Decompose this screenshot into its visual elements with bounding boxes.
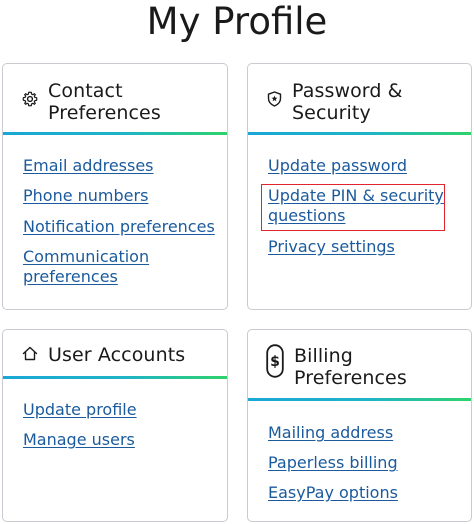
list-item: Paperless billing — [268, 453, 398, 473]
password-security-card: Password & Security Update password Upda… — [247, 63, 472, 310]
user-accounts-header: User Accounts — [3, 330, 227, 376]
card-title: Contact Preferences — [48, 80, 161, 124]
header-divider — [3, 132, 227, 135]
page-title: My Profile — [146, 0, 328, 43]
card-title: Password & Security — [292, 80, 403, 124]
dollar-icon: $ — [266, 344, 284, 378]
phone-numbers-link[interactable]: Phone numbers — [23, 186, 148, 206]
easypay-options-link[interactable]: EasyPay options — [268, 483, 398, 503]
notification-preferences-link[interactable]: Notification preferences — [23, 217, 215, 237]
home-icon — [22, 346, 38, 361]
shield-icon — [267, 91, 282, 107]
list-item: Privacy settings — [268, 237, 395, 257]
header-divider — [3, 376, 227, 379]
highlight-box — [261, 184, 445, 231]
privacy-settings-link[interactable]: Privacy settings — [268, 237, 395, 257]
list-item: Phone numbers — [23, 186, 148, 206]
paperless-billing-link[interactable]: Paperless billing — [268, 453, 398, 473]
mailing-address-link[interactable]: Mailing address — [268, 423, 393, 443]
list-item: Notification preferences — [23, 217, 215, 237]
list-item: Communication preferences — [23, 247, 149, 287]
list-item: Update profile — [23, 400, 137, 420]
list-item: Update password — [268, 156, 407, 176]
update-password-link[interactable]: Update password — [268, 156, 407, 176]
email-addresses-link[interactable]: Email addresses — [23, 156, 154, 176]
manage-users-link[interactable]: Manage users — [23, 430, 135, 450]
update-profile-link[interactable]: Update profile — [23, 400, 137, 420]
card-title: Billing Preferences — [294, 345, 407, 389]
password-security-header: Password & Security — [248, 64, 471, 132]
list-item: Mailing address — [268, 423, 393, 443]
user-accounts-card: User Accounts Update profile Manage user… — [2, 329, 228, 522]
contact-preferences-card: Contact Preferences Email addresses Phon… — [2, 63, 228, 310]
billing-preferences-card: $ Billing Preferences Mailing address Pa… — [247, 329, 472, 522]
card-title: User Accounts — [48, 344, 186, 366]
contact-preferences-header: Contact Preferences — [3, 64, 227, 132]
list-item: Manage users — [23, 430, 135, 450]
billing-preferences-header: $ Billing Preferences — [248, 330, 471, 398]
gear-icon — [22, 91, 38, 107]
communication-preferences-link[interactable]: Communication preferences — [23, 247, 149, 287]
header-divider — [248, 398, 471, 401]
list-item: EasyPay options — [268, 483, 398, 503]
header-divider — [248, 132, 471, 135]
list-item: Email addresses — [23, 156, 154, 176]
svg-text:$: $ — [270, 354, 280, 370]
